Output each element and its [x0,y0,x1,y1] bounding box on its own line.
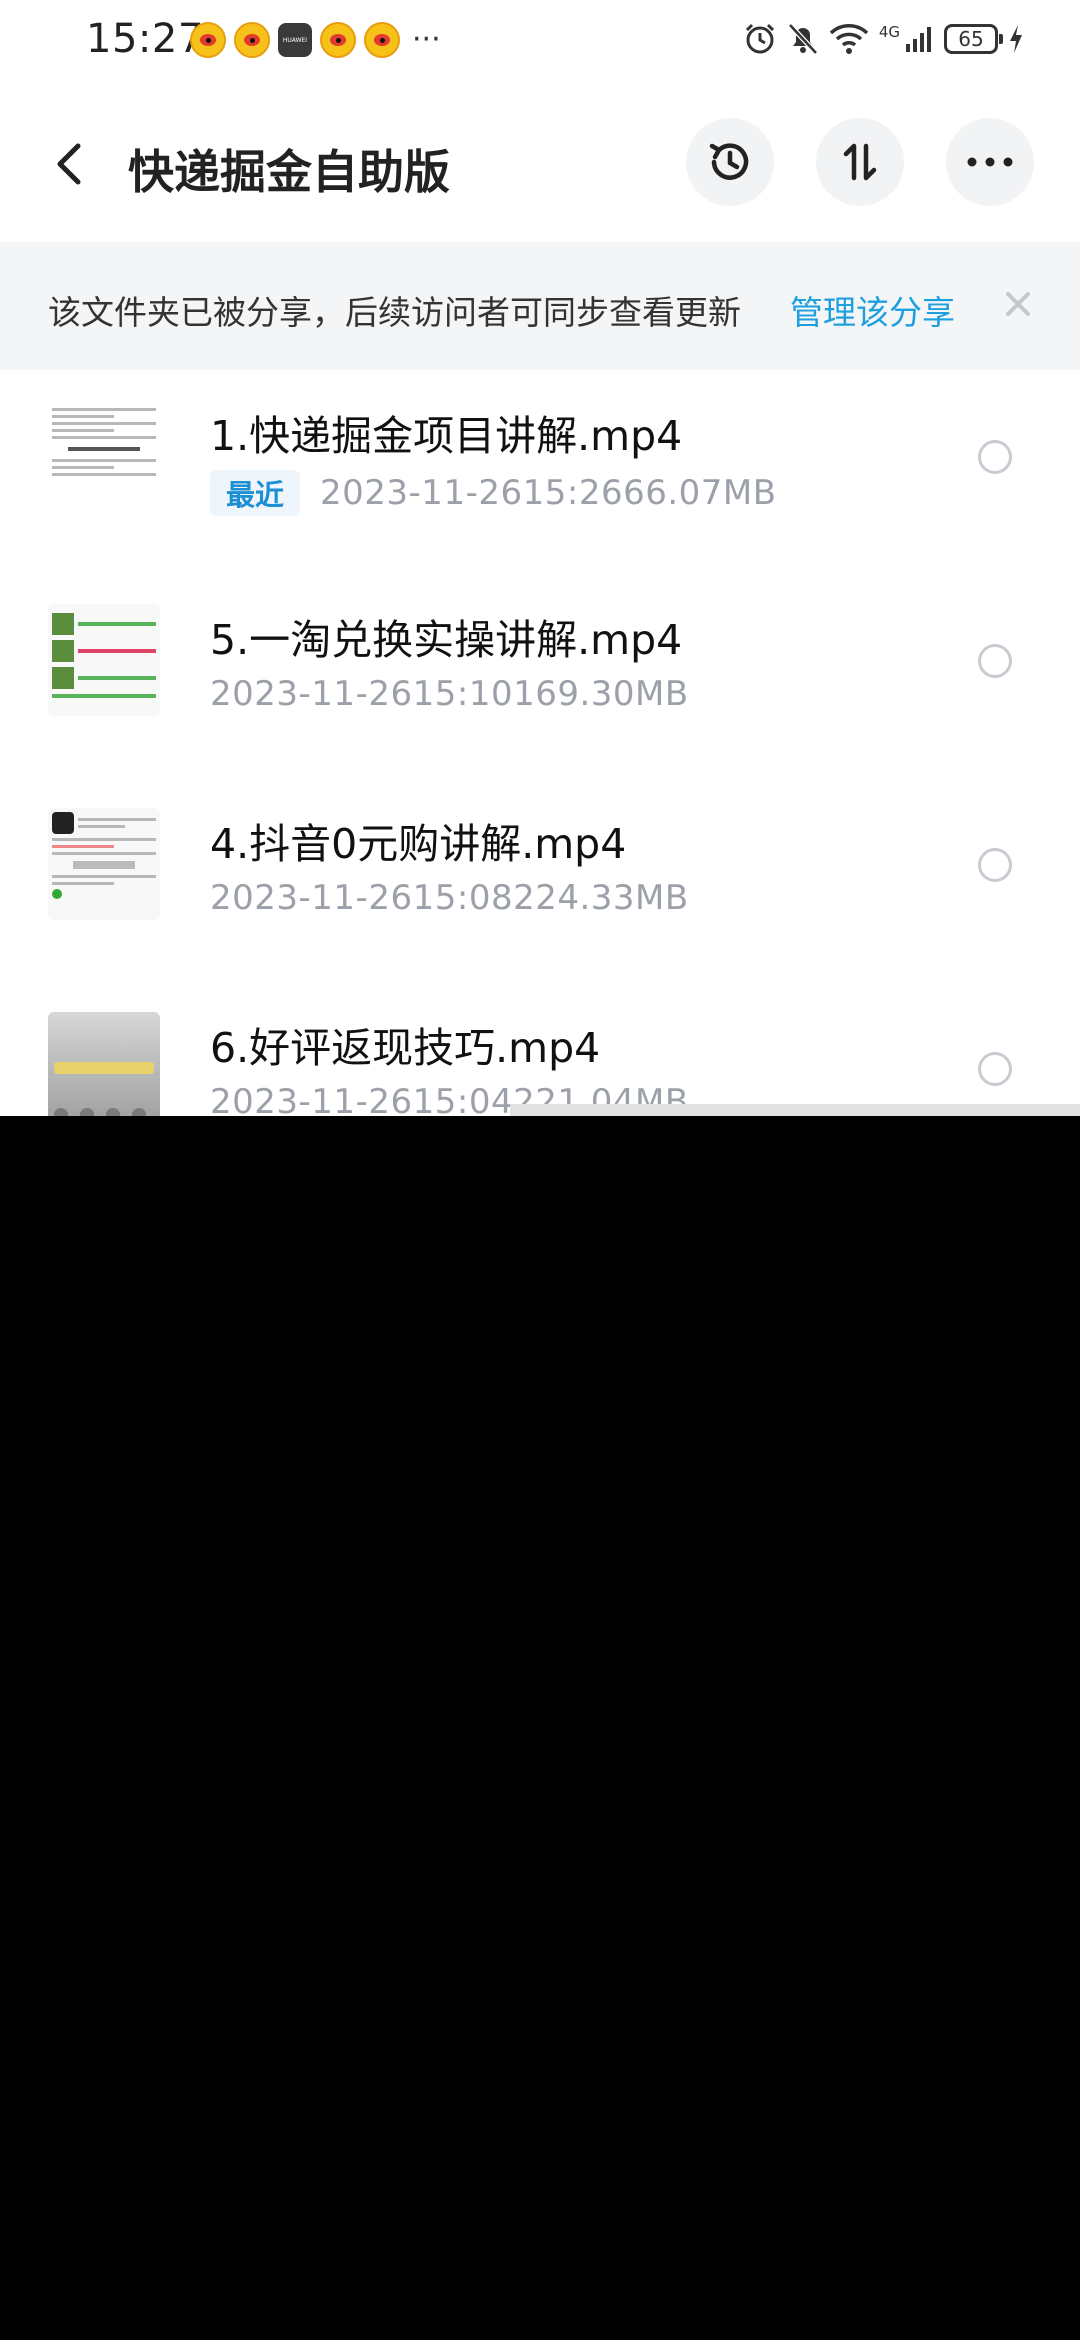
chevron-left-icon [57,143,81,185]
file-size: 169.30MB [513,674,689,714]
more-options-button[interactable] [946,118,1034,206]
history-icon [709,143,749,180]
file-meta: 最近 2023-11-26 15:26 66.07MB [210,470,777,516]
file-time: 15:26 [522,473,624,513]
file-item[interactable]: 4.抖音0元购讲解.mp4 2023-11-26 15:08 224.33MB [0,780,1080,984]
back-button[interactable] [40,134,100,194]
signal-icon [906,27,931,52]
share-notice-text: 该文件夹已被分享，后续访问者可同步查看更新 [48,293,741,332]
mute-bell-icon [787,23,818,55]
file-size: 66.07MB [623,473,777,513]
file-date: 2023-11-26 [210,1082,413,1116]
manage-share-link[interactable]: 管理该分享 [790,286,955,334]
file-date: 2023-11-26 [210,878,413,918]
weibo-icon [320,22,356,58]
file-name: 1.快递掘金项目讲解.mp4 [210,412,683,460]
weibo-icon [364,22,400,58]
close-banner-button[interactable] [996,282,1040,326]
video-thumbnail [48,400,160,512]
file-date: 2023-11-26 [210,674,413,714]
file-time: 15:08 [412,878,514,918]
huawei-icon: HUAWEI [278,23,312,57]
weibo-icon [234,22,270,58]
file-time: 15:04 [412,1082,514,1116]
scroll-indicator [510,1104,1080,1116]
file-item[interactable]: 1.快递掘金项目讲解.mp4 最近 2023-11-26 15:26 66.07… [0,372,1080,576]
video-thumbnail [48,604,160,716]
sort-button[interactable] [816,118,904,206]
page-title: 快递掘金自助版 [128,145,450,199]
network-type-label: 4G [878,23,900,41]
alarm-icon [745,23,774,54]
more-notifications-icon: ··· [412,22,441,57]
system-icons: 4G 65 [743,22,1024,56]
select-checkbox[interactable] [978,644,1012,678]
file-meta: 2023-11-26 15:10 169.30MB [210,674,689,714]
file-name: 6.好评返现技巧.mp4 [210,1024,601,1072]
app-window: 15:27 HUAWEI ··· 4G 65 快递掘金自助版 该文件夹已被分享，… [0,0,1080,1116]
file-time: 15:10 [412,674,514,714]
file-item[interactable]: 5.一淘兑换实操讲解.mp4 2023-11-26 15:10 169.30MB [0,576,1080,780]
status-time: 15:27 [86,16,204,62]
charging-icon [1010,25,1022,53]
file-item[interactable]: 6.好评返现技巧.mp4 2023-11-26 15:04 221.04MB [0,984,1080,1116]
file-date: 2023-11-26 [320,473,523,513]
sort-icon [843,143,877,181]
screen: 15:27 HUAWEI ··· 4G 65 快递掘金自助版 该文件夹已被分享，… [0,0,1080,2340]
header: 快递掘金自助版 [0,116,1080,212]
video-thumbnail [48,1012,160,1116]
history-button[interactable] [686,118,774,206]
notification-icons: HUAWEI ··· [190,22,441,58]
file-meta: 2023-11-26 15:08 224.33MB [210,878,689,918]
more-horizontal-icon [967,157,1013,167]
file-size: 224.33MB [513,878,689,918]
battery-icon: 65 [944,24,1003,54]
status-bar: 15:27 HUAWEI ··· 4G 65 [0,0,1080,84]
file-name: 4.抖音0元购讲解.mp4 [210,820,627,868]
select-checkbox[interactable] [978,1052,1012,1086]
file-name: 5.一淘兑换实操讲解.mp4 [210,616,683,664]
weibo-icon [190,22,226,58]
video-thumbnail [48,808,160,920]
share-notice-banner: 该文件夹已被分享，后续访问者可同步查看更新 管理该分享 [0,242,1080,370]
close-icon [1006,292,1030,316]
recent-badge: 最近 [210,470,301,516]
wifi-icon [829,24,869,54]
select-checkbox[interactable] [978,440,1012,474]
select-checkbox[interactable] [978,848,1012,882]
